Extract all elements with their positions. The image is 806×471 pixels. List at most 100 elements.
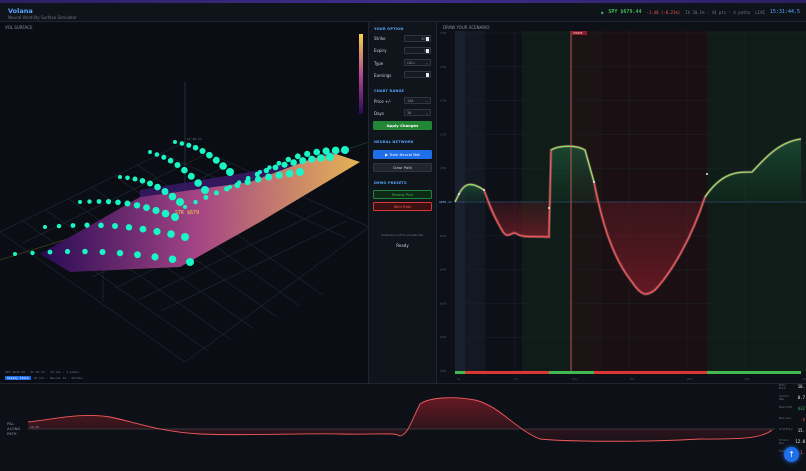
iv-point <box>226 168 234 176</box>
iv-point <box>30 250 35 256</box>
iv-point <box>118 175 122 179</box>
stat-item: Max Profit $32 <box>779 406 806 411</box>
ticker-clock: 15:31:44.5 <box>769 9 800 15</box>
iv-point <box>96 199 102 204</box>
ticker-change: -1.46 (-0.21%) <box>646 9 681 15</box>
iv-point <box>183 205 187 209</box>
vol-surface-panel[interactable]: STK $679 IV 20.1% VOL SURFACE SPY $679.4… <box>0 22 369 383</box>
type-label: Type <box>374 61 384 66</box>
iv-point <box>236 180 242 185</box>
y-tick-label: $600 <box>440 335 447 339</box>
timeline-green-3 <box>707 371 801 374</box>
iv-point <box>203 195 209 200</box>
scenario-drawing-canvas[interactable]: $790$760$740$720$700$680$660$640$620$600… <box>437 22 806 383</box>
iv-point <box>154 152 160 157</box>
vol-surface-mesh <box>40 152 360 272</box>
iv-point <box>125 224 133 231</box>
stat-label: Max Profit <box>779 406 792 409</box>
path-node[interactable] <box>458 193 460 195</box>
path-node[interactable] <box>593 181 595 183</box>
iv-point <box>331 146 340 155</box>
iv-point <box>171 213 179 221</box>
chevron-down-icon: ⌄ <box>425 111 428 115</box>
earnings-label: Earnings <box>374 73 392 78</box>
spinner-icon[interactable] <box>426 37 429 41</box>
y-tick-label: $640 <box>440 268 447 272</box>
footer-text: 45 pts · Neural AI · Rotate <box>33 376 83 380</box>
iv-point <box>272 164 279 171</box>
path-node[interactable] <box>483 189 485 191</box>
iv-point <box>181 166 188 174</box>
iv-point <box>133 202 141 209</box>
demo-presets-heading: DEMO PRESETS <box>374 181 407 185</box>
stat-value: $32 <box>797 406 805 411</box>
iv-point <box>267 165 272 170</box>
earnings-input[interactable]: 0 <box>404 71 431 78</box>
iv-point <box>87 199 92 204</box>
strike-label: Strike <box>374 36 386 41</box>
days-select[interactable]: 30 ⌄ <box>404 109 431 116</box>
iv-point <box>276 160 282 166</box>
stat-item: Current P&L 0.7 <box>779 395 806 401</box>
iv-point <box>105 199 112 205</box>
iv-point <box>43 225 47 229</box>
wild-ride-button[interactable]: Wild Ride <box>373 202 432 211</box>
spinner-icon[interactable] <box>426 49 429 53</box>
iv-point <box>181 233 189 241</box>
clear-path-button[interactable]: Clear Path <box>373 163 432 172</box>
type-value: CALL <box>407 61 416 65</box>
steady-run-button[interactable]: Steady Run <box>373 190 432 199</box>
y-tick-label: $660 <box>440 234 447 238</box>
iv-point <box>275 171 283 179</box>
y-tick-label: $580 <box>440 369 447 373</box>
draw-scenario-title: DRAW YOUR SCENARIO <box>443 25 490 30</box>
iv-point <box>143 204 150 212</box>
demo-caption: Generate a path to simulate P&L <box>381 234 424 237</box>
mode-badge: Steady State <box>5 376 31 380</box>
stat-value: 15. <box>797 428 805 433</box>
stat-value: -$ <box>800 417 805 422</box>
iv-point <box>78 200 82 204</box>
iv-point <box>308 155 316 163</box>
ticker-bar: ● SPY $679.44 -1.46 (-0.21%) IV 20.1% · … <box>601 9 800 15</box>
apply-changes-button[interactable]: Apply Changes <box>373 121 432 130</box>
x-tick-label: 15d <box>630 377 635 381</box>
vol-surface-3d-canvas[interactable]: STK $679 IV 20.1% <box>0 22 369 383</box>
expiry-input[interactable]: 30 <box>404 47 431 54</box>
scroll-top-button[interactable]: ↑ <box>784 447 799 462</box>
draw-scenario-panel[interactable]: $790 $760 $740 $720 $700 $680 $660 $640 $620 $600… <box>437 22 806 383</box>
x-tick-label: 25d <box>745 377 750 381</box>
type-select[interactable]: CALL ⌄ <box>404 59 431 66</box>
spot-label: STK $679 <box>175 210 199 216</box>
chart-range-heading: CHART RANGE <box>374 89 405 93</box>
iv-point <box>167 157 174 164</box>
path-node[interactable] <box>706 173 708 175</box>
stat-label: Entry Price <box>779 384 786 390</box>
vol-surface-footer: Steady State 45 pts · Neural AI · Rotate <box>5 376 82 380</box>
x-tick-label: 30d <box>802 377 806 381</box>
path-node[interactable] <box>548 207 550 209</box>
y-tick-label: $620 <box>440 301 447 305</box>
iv-point <box>154 183 161 191</box>
control-panel: YOUR OPTION Strike 679 Expiry 30 Type CA… <box>369 22 437 383</box>
iv-point <box>294 153 301 160</box>
stat-value: 12.0 <box>795 439 805 444</box>
iv-point <box>98 222 104 229</box>
strike-input[interactable]: 679 <box>404 35 431 42</box>
iv-point <box>173 140 177 144</box>
arrow-up-icon: ↑ <box>788 450 795 459</box>
iv-point <box>285 169 294 178</box>
y-tick-label: $700 <box>440 166 447 170</box>
iv-point <box>124 200 131 207</box>
strike-tag: STRIKE <box>573 31 583 35</box>
stat-item: Max Loss -$ <box>779 417 806 422</box>
ticker-meta: IV 20.1% · 44 pts · 4 paths <box>685 9 751 15</box>
train-neural-net-button[interactable]: ▶ Train Neural Net <box>373 150 432 159</box>
spinner-icon[interactable] <box>426 73 429 77</box>
iv-point <box>161 209 170 218</box>
days-value: 30 <box>407 111 412 115</box>
expiry-label: Expiry <box>374 48 387 53</box>
price-range-select[interactable]: 150 ⌄ <box>404 97 431 104</box>
neural-network-heading: NEURAL NETWORK <box>374 140 414 144</box>
iv-point <box>99 249 106 255</box>
